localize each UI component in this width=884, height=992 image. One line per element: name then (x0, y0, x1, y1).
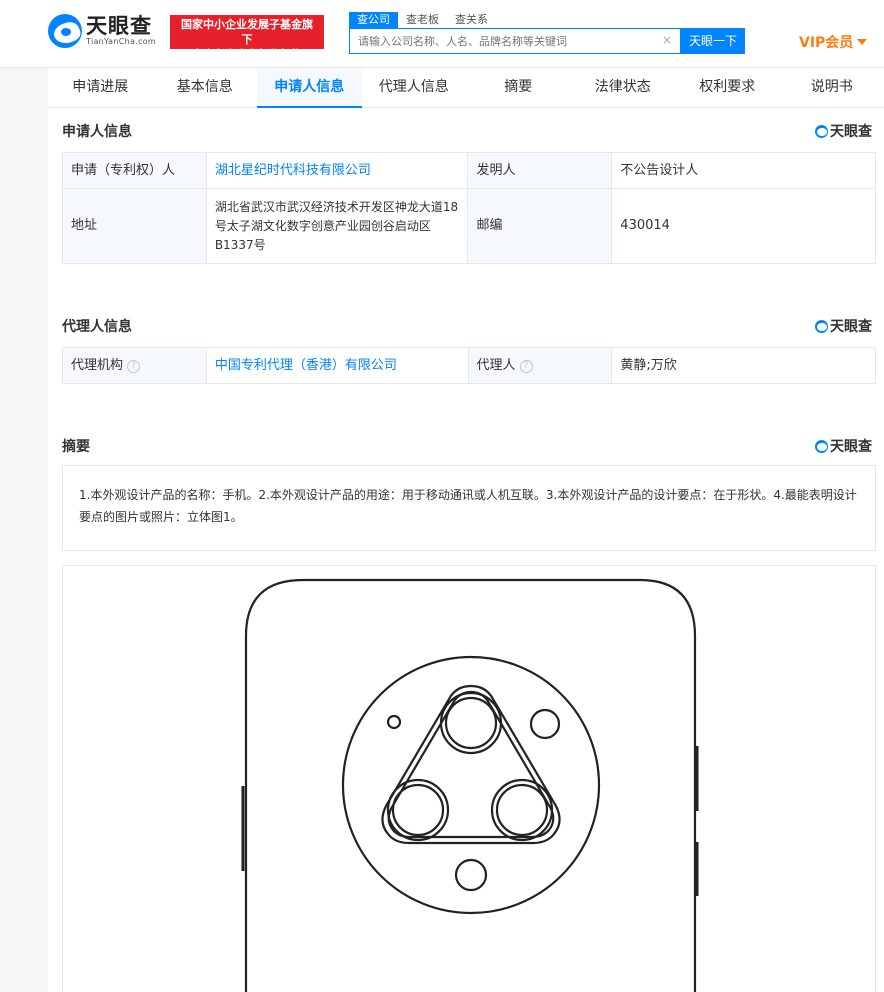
applicant-label: 申请（专利权）人 (62, 152, 207, 189)
tianyancha-logo-icon (815, 439, 828, 453)
applicant-table: 申请（专利权）人 湖北星纪时代科技有限公司 发明人 不公告设计人 地址 湖北省武… (62, 152, 876, 264)
table-row: 地址 湖北省武汉市武汉经济技术开发区神龙大道18号太子湖文化数字创意产业园创谷启… (62, 188, 876, 264)
agency-link[interactable]: 中国专利代理（香港）有限公司 (215, 358, 397, 373)
tab-claims[interactable]: 权利要求 (675, 68, 780, 108)
tab-progress[interactable]: 申请进展 (48, 68, 153, 108)
lens-right-inner (495, 783, 549, 837)
address-value: 湖北省武汉市武汉经济技术开发区神龙大道18号太子湖文化数字创意产业园创谷启动区B… (205, 188, 469, 264)
tab-applicant-info[interactable]: 申请人信息 (257, 68, 362, 108)
mic-hole (386, 714, 402, 730)
badge-line-2: 官方备案企业征信机构 (192, 48, 302, 61)
tianyancha-logo-icon (48, 14, 82, 48)
vip-label: VIP会员 (799, 35, 854, 51)
agent-table: 代理机构? 中国专利代理（香港）有限公司 代理人? 黄静;万欣 (62, 347, 876, 384)
sensor-circle (454, 858, 488, 892)
postcode-value: 430014 (611, 188, 876, 264)
abstract-text: 1.本外观设计产品的名称：手机。2.本外观设计产品的用途：用于移动通讯或人机互联… (62, 465, 876, 551)
official-badge[interactable]: 国家中小企业发展子基金旗下 官方备案企业征信机构 (170, 15, 324, 61)
agent-section-title: 代理人信息 (62, 319, 132, 335)
brand-watermark: 天眼查 (815, 121, 872, 141)
lens-triangle-outer (381, 684, 561, 845)
agency-label: 代理机构 (71, 357, 124, 373)
tab-agent-info[interactable]: 代理人信息 (362, 68, 467, 108)
patent-figure (62, 565, 876, 992)
logo-subtitle: TianYanCha.com (86, 37, 156, 46)
table-row: 代理机构? 中国专利代理（香港）有限公司 代理人? 黄静;万欣 (62, 347, 876, 384)
applicant-link[interactable]: 湖北星纪时代科技有限公司 (215, 163, 371, 178)
detail-tabs: 申请进展 基本信息 申请人信息 代理人信息 摘要 法律状态 权利要求 说明书 (48, 68, 884, 108)
tab-abstract[interactable]: 摘要 (466, 68, 571, 108)
search-input[interactable] (350, 29, 660, 53)
site-logo[interactable]: 天眼查 TianYanCha.com (48, 14, 156, 48)
tianyancha-logo-icon (815, 319, 828, 333)
address-label: 地址 (62, 188, 207, 264)
lens-right-outer (490, 778, 554, 842)
brand-watermark-text: 天眼查 (830, 319, 872, 335)
lens-triangle-inner (387, 690, 555, 839)
postcode-label: 邮编 (467, 188, 613, 264)
search-type-tabs: 查公司 查老板 查关系 (349, 12, 496, 28)
tianyancha-logo-icon (815, 124, 828, 138)
clear-icon[interactable]: × (662, 33, 672, 47)
table-row: 申请（专利权）人 湖北星纪时代科技有限公司 发明人 不公告设计人 (62, 152, 876, 189)
inventor-label: 发明人 (467, 152, 613, 189)
search-tab-company[interactable]: 查公司 (349, 12, 398, 28)
agent-label: 代理人 (476, 357, 516, 373)
camera-module-ring (341, 655, 601, 915)
phone-outline (244, 578, 697, 992)
search-box: × (349, 28, 681, 54)
lens-left-inner (391, 783, 445, 837)
caret-down-icon (857, 39, 868, 45)
abstract-section-title: 摘要 (62, 439, 90, 455)
tab-legal-status[interactable]: 法律状态 (571, 68, 676, 108)
tab-description[interactable]: 说明书 (780, 68, 884, 108)
help-icon[interactable]: ? (519, 359, 533, 373)
top-header: 天眼查 TianYanCha.com 国家中小企业发展子基金旗下 官方备案企业征… (0, 0, 884, 68)
lens-left-outer (386, 778, 450, 842)
lens-top-inner (444, 696, 498, 750)
search-button[interactable]: 天眼一下 (681, 28, 745, 54)
help-icon[interactable]: ? (127, 359, 141, 373)
brand-watermark-text: 天眼查 (830, 124, 872, 140)
search-tab-boss[interactable]: 查老板 (398, 12, 447, 28)
badge-line-1: 国家中小企业发展子基金旗下 (181, 18, 313, 46)
main-panel: 申请进展 基本信息 申请人信息 代理人信息 摘要 法律状态 权利要求 说明书 申… (48, 68, 884, 992)
tab-basic-info[interactable]: 基本信息 (153, 68, 258, 108)
brand-watermark-text: 天眼查 (830, 439, 872, 455)
brand-watermark: 天眼查 (815, 436, 872, 456)
brand-watermark: 天眼查 (815, 316, 872, 336)
inventor-value: 不公告设计人 (611, 152, 876, 189)
vip-menu[interactable]: VIP会员 (799, 32, 868, 52)
agent-value: 黄静;万欣 (611, 347, 876, 384)
search-tab-relation[interactable]: 查关系 (447, 12, 496, 28)
applicant-section-title: 申请人信息 (62, 124, 132, 140)
lens-top-outer (439, 691, 503, 755)
phone-back-drawing (241, 578, 699, 992)
logo-title: 天眼查 (86, 14, 152, 38)
flash-circle (529, 708, 561, 740)
